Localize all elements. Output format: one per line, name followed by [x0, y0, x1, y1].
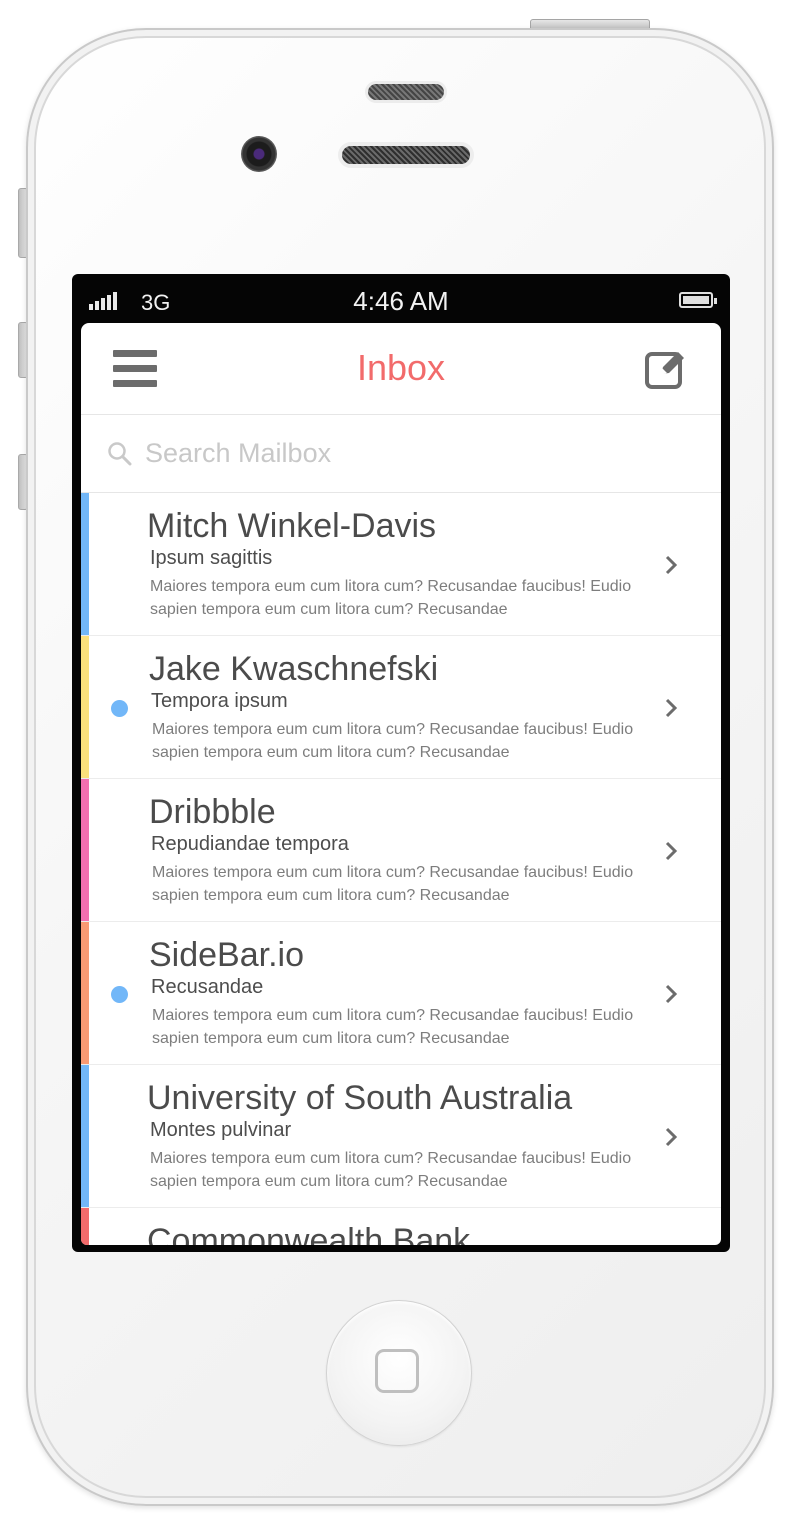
message-sender: Dribbble	[149, 793, 276, 831]
search-input[interactable]	[145, 435, 685, 471]
unread-indicator	[111, 986, 128, 1003]
category-color-bar	[81, 779, 89, 921]
earpiece-speaker	[342, 146, 470, 164]
message-subject: Recusandae	[151, 976, 264, 998]
chevron-right-icon	[665, 1127, 678, 1147]
search-bar	[81, 415, 721, 493]
message-list: Mitch Winkel-Davis Ipsum sagittis Maiore…	[81, 493, 721, 1245]
search-icon	[108, 442, 132, 466]
battery-full-icon	[679, 292, 717, 308]
message-preview: Maiores tempora eum cum litora cum? Recu…	[152, 864, 634, 904]
home-square-icon	[375, 1349, 419, 1393]
message-row[interactable]: Mitch Winkel-Davis Ipsum sagittis Maiore…	[81, 493, 721, 636]
message-sender: University of South Australia	[147, 1079, 573, 1117]
status-bar: 3G 4:46 AM	[81, 280, 721, 324]
compose-icon	[645, 352, 684, 389]
message-row[interactable]: Commonwealth Bank	[81, 1208, 721, 1245]
home-button[interactable]	[326, 1300, 472, 1446]
message-preview: Maiores tempora eum cum litora cum? Recu…	[150, 1150, 632, 1190]
unread-indicator	[111, 700, 128, 717]
message-row[interactable]: Dribbble Repudiandae tempora Maiores tem…	[81, 779, 721, 922]
mail-app: Inbox Mitch Winkel-Davis Ipsum sagittis …	[81, 323, 721, 1245]
message-sender: Jake Kwaschnefski	[149, 650, 439, 688]
category-color-bar	[81, 636, 89, 778]
compose-button[interactable]	[644, 347, 690, 393]
message-preview: Maiores tempora eum cum litora cum? Recu…	[150, 578, 632, 618]
message-sender: SideBar.io	[149, 936, 304, 974]
category-color-bar	[81, 1208, 89, 1245]
message-subject: Repudiandae tempora	[151, 833, 349, 855]
front-camera	[241, 136, 277, 172]
category-color-bar	[81, 1065, 89, 1207]
category-color-bar	[81, 922, 89, 1064]
message-row[interactable]: Jake Kwaschnefski Tempora ipsum Maiores …	[81, 636, 721, 779]
chevron-right-icon	[665, 698, 678, 718]
message-preview: Maiores tempora eum cum litora cum? Recu…	[152, 721, 634, 761]
message-sender: Mitch Winkel-Davis	[147, 507, 437, 545]
message-sender: Commonwealth Bank	[147, 1222, 471, 1245]
message-subject: Tempora ipsum	[151, 690, 288, 712]
navigation-bar: Inbox	[81, 323, 721, 415]
message-preview: Maiores tempora eum cum litora cum? Recu…	[152, 1007, 634, 1047]
message-subject: Montes pulvinar	[150, 1119, 292, 1141]
sensor-grille	[368, 84, 444, 100]
category-color-bar	[81, 493, 89, 635]
message-row[interactable]: SideBar.io Recusandae Maiores tempora eu…	[81, 922, 721, 1065]
chevron-right-icon	[665, 984, 678, 1004]
message-subject: Ipsum sagittis	[150, 547, 273, 569]
chevron-right-icon	[665, 555, 678, 575]
page-title: Inbox	[356, 347, 446, 388]
status-time: 4:46 AM	[353, 286, 449, 316]
message-row[interactable]: University of South Australia Montes pul…	[81, 1065, 721, 1208]
chevron-right-icon	[665, 841, 678, 861]
